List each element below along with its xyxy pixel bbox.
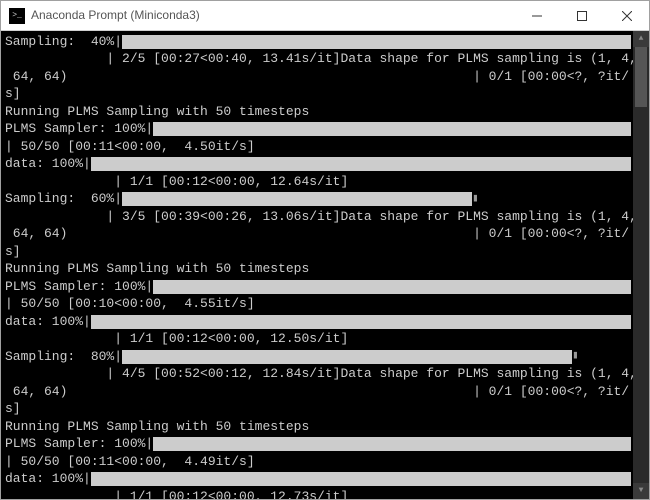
text-segment: s] [5,400,21,418]
titlebar[interactable]: Anaconda Prompt (Miniconda3) [1,1,649,31]
window-controls [514,1,649,30]
text-segment: data: 100%| [5,155,91,173]
terminal-line: | 2/5 [00:27<00:40, 13.41s/it]Data shape… [5,51,633,69]
text-segment: Running PLMS Sampling with 50 timesteps [5,418,309,436]
text-segment: | 50/50 [00:10<00:00, 4.55it/s] [5,295,255,313]
text-segment: data: 100%| [5,313,91,331]
progress-cap-icon: ▮ [572,349,579,364]
app-icon [9,8,25,24]
text-segment: data: 100%| [5,470,91,488]
terminal-line: PLMS Sampler: 100%| [5,278,633,296]
terminal-line: Running PLMS Sampling with 50 timesteps [5,418,633,436]
terminal-line: | 1/1 [00:12<00:00, 12.50s/it] [5,331,633,349]
scrollbar[interactable]: ▲ ▼ [633,31,649,499]
terminal-line: | 50/50 [00:11<00:00, 4.49it/s] [5,453,633,471]
terminal-line: data: 100%| [5,313,633,331]
text-segment: | 50/50 [00:11<00:00, 4.50it/s] [5,138,255,156]
terminal-line: PLMS Sampler: 100%| [5,121,633,139]
text-segment: 64, 64) | 0/1 [00:00<?, ?it/ [5,68,629,86]
terminal-line: Running PLMS Sampling with 50 timesteps [5,103,633,121]
text-segment: s] [5,243,21,261]
text-segment: Sampling: 40%| [5,33,122,51]
terminal-area: Sampling: 40%| | 2/5 [00:27<00:40, 13.41… [1,31,649,499]
text-segment: Sampling: 80%| [5,348,122,366]
terminal-line: Sampling: 40%| [5,33,633,51]
progress-bar-partial [122,192,472,206]
terminal-line: | 3/5 [00:39<00:26, 13.06s/it]Data shape… [5,208,633,226]
text-segment: | 2/5 [00:27<00:40, 13.41s/it]Data shape… [5,50,633,68]
progress-bar-full [91,472,631,486]
close-button[interactable] [604,1,649,30]
progress-cap-icon: ▮ [472,192,479,207]
progress-bar-full [122,35,631,49]
progress-bar-full [153,437,631,451]
text-segment: | 4/5 [00:52<00:12, 12.84s/it]Data shape… [5,365,633,383]
progress-bar-partial [122,350,572,364]
terminal-line: 64, 64) | 0/1 [00:00<?, ?it/ [5,383,633,401]
progress-bar-full [153,122,631,136]
scroll-up-button[interactable]: ▲ [633,31,649,47]
text-segment: | 1/1 [00:12<00:00, 12.64s/it] [5,173,348,191]
text-segment: s] [5,85,21,103]
terminal-line: s] [5,243,633,261]
scroll-down-button[interactable]: ▼ [633,483,649,499]
window-title: Anaconda Prompt (Miniconda3) [31,7,514,23]
text-segment: PLMS Sampler: 100%| [5,435,153,453]
progress-bar-full [153,280,631,294]
scrollbar-thumb[interactable] [635,47,647,107]
text-segment: | 1/1 [00:12<00:00, 12.50s/it] [5,330,348,348]
progress-bar-full [91,315,631,329]
progress-bar-full [91,157,631,171]
terminal-line: | 1/1 [00:12<00:00, 12.64s/it] [5,173,633,191]
text-segment: | 3/5 [00:39<00:26, 13.06s/it]Data shape… [5,208,633,226]
text-segment: PLMS Sampler: 100%| [5,278,153,296]
text-segment: Running PLMS Sampling with 50 timesteps [5,260,309,278]
terminal-line: | 1/1 [00:12<00:00, 12.73s/it] [5,488,633,499]
text-segment: | 1/1 [00:12<00:00, 12.73s/it] [5,488,348,499]
terminal-line: Sampling: 60%| ▮ [5,191,633,209]
terminal-line: Running PLMS Sampling with 50 timesteps [5,261,633,279]
text-segment: Sampling: 60%| [5,190,122,208]
text-segment: PLMS Sampler: 100%| [5,120,153,138]
minimize-button[interactable] [514,1,559,30]
app-window: Anaconda Prompt (Miniconda3) Sampling: 4… [0,0,650,500]
terminal-line: data: 100%| [5,156,633,174]
terminal-line: 64, 64) | 0/1 [00:00<?, ?it/ [5,68,633,86]
terminal-line: s] [5,86,633,104]
text-segment: 64, 64) | 0/1 [00:00<?, ?it/ [5,383,629,401]
text-segment: | 50/50 [00:11<00:00, 4.49it/s] [5,453,255,471]
terminal-line: Sampling: 80%| ▮ [5,348,633,366]
text-segment: 64, 64) | 0/1 [00:00<?, ?it/ [5,225,629,243]
terminal-line: data: 100%| [5,471,633,489]
terminal-line: | 4/5 [00:52<00:12, 12.84s/it]Data shape… [5,366,633,384]
scrollbar-track[interactable] [633,47,649,483]
terminal-line: PLMS Sampler: 100%| [5,436,633,454]
text-segment: Running PLMS Sampling with 50 timesteps [5,103,309,121]
terminal-line: | 50/50 [00:10<00:00, 4.55it/s] [5,296,633,314]
terminal-line: | 50/50 [00:11<00:00, 4.50it/s] [5,138,633,156]
terminal-line: s] [5,401,633,419]
maximize-button[interactable] [559,1,604,30]
terminal-output[interactable]: Sampling: 40%| | 2/5 [00:27<00:40, 13.41… [1,31,633,499]
terminal-line: 64, 64) | 0/1 [00:00<?, ?it/ [5,226,633,244]
